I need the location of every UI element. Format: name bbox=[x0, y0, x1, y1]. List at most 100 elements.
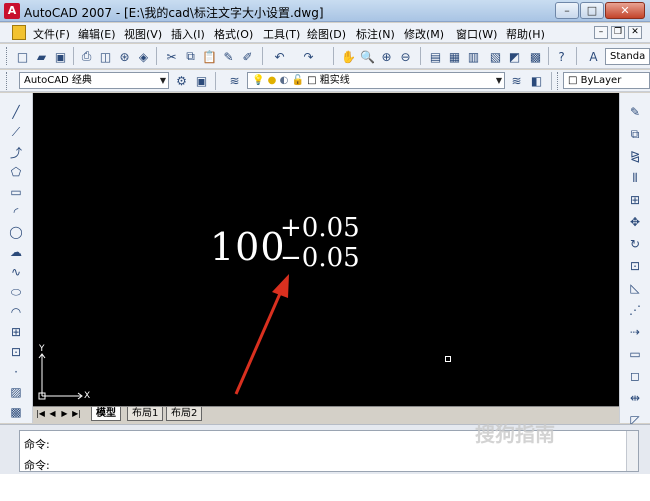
copy-icon[interactable]: ⧉ bbox=[182, 48, 199, 65]
cut-icon[interactable]: ✂ bbox=[163, 48, 180, 65]
layer-properties-icon[interactable]: ≋ bbox=[226, 72, 243, 89]
zoom-window-icon[interactable]: ⊕ bbox=[378, 48, 395, 65]
workspace-select[interactable]: AutoCAD 经典 ▼ bbox=[19, 72, 169, 89]
trim-icon[interactable]: ⋰ bbox=[626, 301, 644, 319]
maximize-button[interactable]: □ bbox=[580, 2, 604, 19]
gradient-icon[interactable]: ▩ bbox=[7, 403, 25, 421]
menu-file[interactable]: 文件(F) bbox=[33, 26, 70, 42]
properties-icon[interactable]: ▤ bbox=[427, 48, 444, 65]
next-tab-icon[interactable]: ▶ bbox=[59, 408, 70, 420]
stretch-icon[interactable]: ◺ bbox=[626, 279, 644, 297]
rectangle-icon[interactable]: ▭ bbox=[7, 183, 25, 201]
first-tab-icon[interactable]: |◀ bbox=[35, 408, 46, 420]
tab-layout2[interactable]: 布局2 bbox=[166, 407, 203, 421]
ellipse-icon[interactable]: ⬭ bbox=[7, 283, 25, 301]
rotate-icon[interactable]: ↻ bbox=[626, 235, 644, 253]
help-icon[interactable]: ? bbox=[553, 48, 570, 65]
open-icon[interactable]: ▰ bbox=[33, 48, 50, 65]
scale-icon[interactable]: ⊡ bbox=[626, 257, 644, 275]
print-icon[interactable]: ⎙ bbox=[78, 48, 95, 65]
menu-modify[interactable]: 修改(M) bbox=[404, 26, 444, 42]
zoom-realtime-icon[interactable]: 🔍 bbox=[359, 48, 376, 65]
extend-icon[interactable]: ⇢ bbox=[626, 323, 644, 341]
menu-view[interactable]: 视图(V) bbox=[124, 26, 162, 42]
toolbar-grip[interactable] bbox=[557, 72, 560, 90]
publish-icon[interactable]: ⊛ bbox=[116, 48, 133, 65]
menu-tools[interactable]: 工具(T) bbox=[263, 26, 300, 42]
array-icon[interactable]: ⊞ bbox=[626, 191, 644, 209]
menu-edit[interactable]: 编辑(E) bbox=[78, 26, 116, 42]
text-style-select[interactable]: Standa bbox=[605, 48, 650, 65]
document-icon[interactable] bbox=[12, 25, 26, 40]
copy-object-icon[interactable]: ⧉ bbox=[626, 125, 644, 143]
mdi-restore-button[interactable]: ❐ bbox=[611, 26, 625, 39]
command-line-2[interactable]: 命令: bbox=[24, 457, 50, 473]
spline-icon[interactable]: ∿ bbox=[7, 263, 25, 281]
pan-realtime-icon[interactable]: ✋ bbox=[340, 48, 357, 65]
zoom-previous-icon[interactable]: ⊖ bbox=[397, 48, 414, 65]
workspace-settings-icon[interactable]: ⚙ bbox=[173, 72, 190, 89]
drawing-area[interactable]: 100 +0.05 −0.05 Y X bbox=[33, 93, 619, 406]
tab-model[interactable]: 模型 bbox=[91, 407, 121, 421]
undo-icon[interactable]: ↶ bbox=[271, 48, 288, 65]
markup-icon[interactable]: ◩ bbox=[506, 48, 523, 65]
revision-cloud-icon[interactable]: ☁ bbox=[7, 243, 25, 261]
close-button[interactable]: ✕ bbox=[605, 2, 645, 19]
new-icon[interactable]: □ bbox=[14, 48, 31, 65]
make-current-icon[interactable]: ≋ bbox=[508, 72, 525, 89]
command-scrollbar[interactable] bbox=[626, 431, 638, 471]
sheet-set-icon[interactable]: ▧ bbox=[487, 48, 504, 65]
erase-icon[interactable]: ✎ bbox=[626, 103, 644, 121]
join-icon[interactable]: ⇹ bbox=[626, 389, 644, 407]
offset-icon[interactable]: ⫴ bbox=[626, 169, 644, 187]
line-icon[interactable]: ╱ bbox=[7, 103, 25, 121]
toolbar-grip[interactable] bbox=[6, 72, 9, 90]
hatch-icon[interactable]: ▨ bbox=[7, 383, 25, 401]
annotation-overlay bbox=[38, 274, 289, 400]
block-editor-icon[interactable]: ✐ bbox=[239, 48, 256, 65]
make-block-icon[interactable]: ⊡ bbox=[7, 343, 25, 361]
save-icon[interactable]: ▣ bbox=[52, 48, 69, 65]
autocad-app-icon[interactable]: A bbox=[4, 3, 20, 19]
mdi-minimize-button[interactable]: – bbox=[594, 26, 608, 39]
point-icon[interactable]: · bbox=[7, 363, 25, 381]
polyline-icon[interactable]: ⤴ bbox=[7, 143, 25, 161]
move-icon[interactable]: ✥ bbox=[626, 213, 644, 231]
prev-tab-icon[interactable]: ◀ bbox=[47, 408, 58, 420]
polygon-icon[interactable]: ⬠ bbox=[7, 163, 25, 181]
ellipse-arc-icon[interactable]: ◠ bbox=[7, 303, 25, 321]
circle-icon[interactable]: ◯ bbox=[7, 223, 25, 241]
redo-icon[interactable]: ↷ bbox=[300, 48, 317, 65]
layer-select[interactable]: 💡 ● ◐ 🔓 □ 粗实线 ▼ bbox=[247, 72, 505, 89]
last-tab-icon[interactable]: ▶| bbox=[71, 408, 82, 420]
3d-dwf-icon[interactable]: ◈ bbox=[135, 48, 152, 65]
menu-format[interactable]: 格式(O) bbox=[214, 26, 253, 42]
menu-insert[interactable]: 插入(I) bbox=[171, 26, 205, 42]
menu-draw[interactable]: 绘图(D) bbox=[307, 26, 346, 42]
save-workspace-icon[interactable]: ▣ bbox=[193, 72, 210, 89]
tool-palettes-icon[interactable]: ▥ bbox=[465, 48, 482, 65]
construction-line-icon[interactable]: ⟋ bbox=[7, 123, 25, 141]
toolbar-grip[interactable] bbox=[6, 47, 9, 65]
plot-preview-icon[interactable]: ◫ bbox=[97, 48, 114, 65]
lock-icon: 🔓 bbox=[291, 75, 304, 86]
design-center-icon[interactable]: ▦ bbox=[446, 48, 463, 65]
tab-layout1[interactable]: 布局1 bbox=[127, 407, 164, 421]
mdi-close-button[interactable]: ✕ bbox=[628, 26, 642, 39]
mirror-icon[interactable]: ⧎ bbox=[626, 147, 644, 165]
layer-name: 粗实线 bbox=[319, 75, 350, 86]
paste-icon[interactable]: 📋 bbox=[201, 48, 218, 65]
menu-help[interactable]: 帮助(H) bbox=[506, 26, 545, 42]
calculator-icon[interactable]: ▩ bbox=[527, 48, 544, 65]
break-at-point-icon[interactable]: ▭ bbox=[626, 345, 644, 363]
layer-previous-icon[interactable]: ◧ bbox=[528, 72, 545, 89]
break-icon[interactable]: ◻ bbox=[626, 367, 644, 385]
text-style-icon[interactable]: A bbox=[585, 48, 602, 65]
menu-dimension[interactable]: 标注(N) bbox=[356, 26, 395, 42]
match-properties-icon[interactable]: ✎ bbox=[220, 48, 237, 65]
arc-icon[interactable]: ◜ bbox=[7, 203, 25, 221]
menu-window[interactable]: 窗口(W) bbox=[456, 26, 497, 42]
insert-block-icon[interactable]: ⊞ bbox=[7, 323, 25, 341]
color-select[interactable]: □ ByLayer bbox=[563, 72, 650, 89]
minimize-button[interactable]: – bbox=[555, 2, 579, 19]
